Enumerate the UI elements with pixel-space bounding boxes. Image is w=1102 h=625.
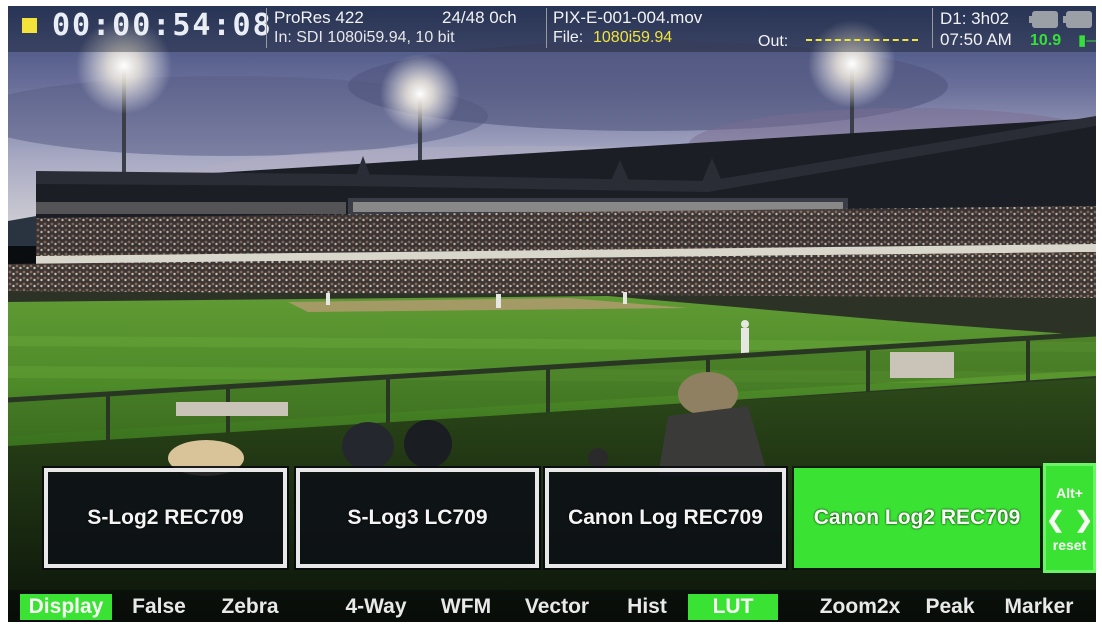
status-divider	[266, 8, 267, 48]
menu-4-way[interactable]: 4-Way	[336, 594, 416, 620]
page-arrows: ❮❯	[1046, 507, 1096, 533]
output-label: Out:	[758, 33, 789, 50]
lut-button-canon-log2-rec709[interactable]: Canon Log2 REC709	[792, 466, 1042, 570]
menu-zoom2x[interactable]: Zoom2x	[814, 594, 906, 620]
input-format: In: SDI 1080i59.94, 10 bit	[274, 29, 455, 46]
file-label: File:	[553, 29, 584, 46]
battery-voltage: 10.9	[1030, 32, 1062, 49]
audio-channels: 24/48 0ch	[442, 8, 517, 27]
battery-icon	[1063, 11, 1092, 28]
chevron-right-icon[interactable]: ❯	[1075, 507, 1097, 532]
codec-label: ProRes 422	[274, 8, 364, 27]
lut-selector: S-Log2 REC709 S-Log3 LC709 Canon Log REC…	[40, 463, 1096, 583]
menu-peak[interactable]: Peak	[920, 594, 980, 620]
menu-vector[interactable]: Vector	[518, 594, 596, 620]
file-format: 1080i59.94	[593, 29, 673, 46]
tool-menu-bar: Display False Zebra 4-Way WFM Vector His…	[8, 590, 1096, 622]
menu-wfm[interactable]: WFM	[434, 594, 498, 620]
lut-button-slog2-rec709[interactable]: S-Log2 REC709	[42, 466, 289, 570]
clip-filename: PIX-E-001-004.mov	[553, 8, 703, 27]
status-divider	[932, 8, 933, 48]
monitor-screen: 00:00:54:08 ProRes 422 24/48 0ch In: SDI…	[8, 6, 1096, 622]
chevron-left-icon[interactable]: ❮	[1046, 507, 1074, 532]
reset-button[interactable]: reset	[1053, 537, 1086, 553]
menu-display[interactable]: Display	[20, 594, 112, 620]
menu-lut[interactable]: LUT	[688, 594, 778, 620]
menu-zebra[interactable]: Zebra	[214, 594, 286, 620]
status-bar: 00:00:54:08 ProRes 422 24/48 0ch In: SDI…	[8, 6, 1096, 52]
menu-marker[interactable]: Marker	[998, 594, 1080, 620]
lut-button-canon-log-rec709[interactable]: Canon Log REC709	[543, 466, 788, 570]
timecode: 00:00:54:08	[52, 8, 273, 43]
menu-hist[interactable]: Hist	[620, 594, 674, 620]
plug-icon: ▮—	[1078, 32, 1096, 49]
alt-page-control[interactable]: Alt+ ❮❯ reset	[1043, 463, 1096, 573]
lut-button-slog3-lc709[interactable]: S-Log3 LC709	[294, 466, 541, 570]
disk-remaining: D1: 3h02	[940, 9, 1009, 28]
menu-false-color[interactable]: False	[126, 594, 192, 620]
clock: 07:50 AM	[940, 30, 1012, 49]
audio-level-meter	[806, 39, 918, 41]
status-divider	[546, 8, 547, 48]
record-indicator	[22, 18, 37, 33]
battery-icon	[1029, 11, 1058, 28]
alt-label: Alt+	[1056, 485, 1083, 501]
